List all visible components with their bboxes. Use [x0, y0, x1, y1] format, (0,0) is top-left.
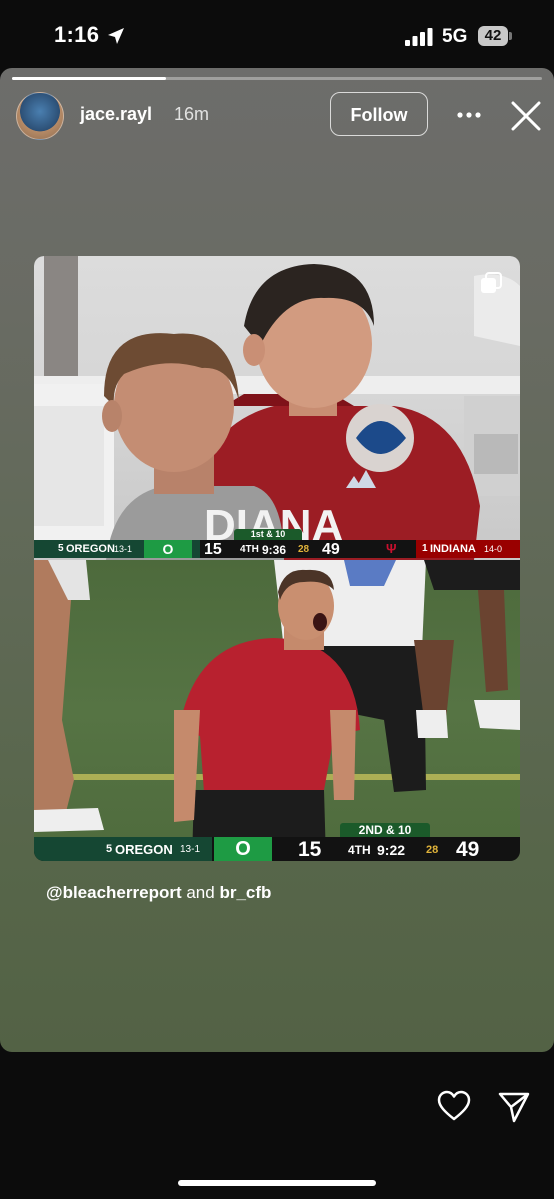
network-type: 5G [442, 26, 468, 47]
quarter: 4TH [240, 544, 259, 555]
right-score: 49 [456, 838, 480, 861]
battery-icon: 42 [478, 26, 512, 46]
left-record: 13-1 [114, 544, 133, 554]
close-icon[interactable] [510, 100, 542, 132]
game-clock: 9:36 [262, 543, 287, 557]
game-clock: 9:22 [377, 842, 406, 858]
left-rank: 5 [106, 843, 113, 855]
left-score: 15 [204, 541, 222, 558]
scoreboard-top: 5 OREGON 13-1 O 15 1st & 10 4TH 9:36 28 … [34, 529, 520, 558]
story-progress-track [12, 77, 542, 80]
battery-level: 42 [478, 26, 508, 46]
avatar[interactable] [16, 92, 64, 140]
more-icon[interactable] [456, 103, 482, 127]
battery-cap [509, 32, 512, 40]
caption-connector: and [181, 883, 220, 902]
story-time-ago: 16m [174, 104, 210, 124]
left-record: 13-1 [180, 844, 201, 855]
left-score: 15 [298, 838, 322, 861]
down-distance: 1st & 10 [234, 529, 302, 540]
play-clock: 28 [298, 544, 310, 555]
oregon-logo-icon: O [214, 837, 272, 861]
location-arrow-icon [108, 28, 124, 44]
send-icon[interactable] [497, 1090, 531, 1124]
left-rank: 5 [58, 543, 64, 554]
play-clock: 28 [426, 844, 439, 856]
story-username[interactable]: jace.rayl [80, 104, 152, 125]
left-team: OREGON [66, 543, 115, 555]
follow-button[interactable]: Follow [330, 92, 428, 136]
indiana-logo-icon: Ψ [386, 541, 397, 556]
mention-bleacherreport[interactable]: @bleacherreport [46, 883, 182, 902]
right-team: INDIANA [430, 543, 476, 555]
right-record: 14-0 [484, 544, 503, 554]
home-indicator [178, 1180, 376, 1186]
sideline-scene-top: DIANA [34, 256, 520, 560]
story-caption: @bleacherreport and br_cfb [46, 883, 271, 903]
status-bar: 1:16 5G 42 [0, 0, 554, 68]
story-card[interactable]: jace.rayl 16m Follow DIANA 5 OREGON 13-1… [0, 68, 554, 1052]
signal-icon [405, 28, 433, 46]
mention-br-cfb[interactable]: br_cfb [219, 883, 271, 902]
right-rank: 1 [422, 543, 428, 554]
story-progress-fill [12, 77, 166, 80]
oregon-logo-icon: O [144, 540, 192, 558]
quarter: 4TH [348, 843, 371, 857]
multi-photo-icon [481, 272, 502, 293]
sideline-scene-bottom [34, 560, 520, 861]
left-team: OREGON [115, 842, 173, 857]
right-score: 49 [322, 541, 340, 558]
heart-icon[interactable] [437, 1090, 471, 1122]
photo-top-panel: DIANA 5 OREGON 13-1 O 15 1st & 10 4TH 9:… [34, 256, 520, 560]
status-time: 1:16 [54, 22, 100, 47]
photo-bottom-panel: 5 OREGON 13-1 O 15 2ND & 10 4TH 9:22 28 … [34, 560, 520, 861]
story-media[interactable]: DIANA 5 OREGON 13-1 O 15 1st & 10 4TH 9:… [34, 256, 520, 861]
down-distance: 2ND & 10 [340, 823, 430, 837]
scoreboard-bottom: 5 OREGON 13-1 O 15 2ND & 10 4TH 9:22 28 … [34, 823, 520, 861]
